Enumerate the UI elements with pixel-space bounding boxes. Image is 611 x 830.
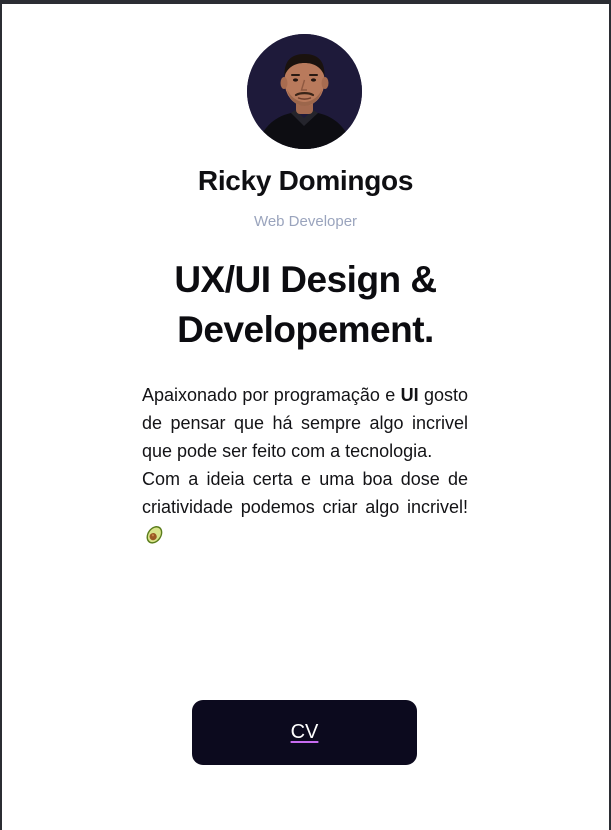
- bio-paragraph-1: Apaixonado por programação e UI gosto de…: [142, 381, 468, 465]
- cv-button-label[interactable]: CV: [291, 721, 319, 744]
- cv-button[interactable]: CV: [192, 700, 417, 765]
- avatar: [247, 34, 362, 149]
- avocado-icon: [144, 523, 166, 553]
- profile-name: Ricky Domingos: [197, 165, 414, 196]
- bio-text: Apaixonado por programação e UI gosto de…: [142, 381, 468, 553]
- bio-closing: Com a ideia certa e uma boa dose de cria…: [142, 469, 468, 517]
- page-frame: Ricky Domingos Web Developer UX/UI Desig…: [0, 0, 611, 830]
- headline-line-1: UX/UI Design &: [174, 259, 437, 300]
- profile-role: Web Developer: [253, 213, 358, 230]
- headline-line-2: Developement.: [177, 309, 434, 350]
- bio-paragraph-2: Com a ideia certa e uma boa dose de cria…: [142, 465, 468, 553]
- bio-prefix: Apaixonado por programação e: [142, 385, 401, 405]
- headline: UX/UI Design & Developement.: [2, 255, 609, 355]
- person-portrait-icon: [247, 34, 362, 149]
- bio-bold-ui: UI: [400, 385, 419, 405]
